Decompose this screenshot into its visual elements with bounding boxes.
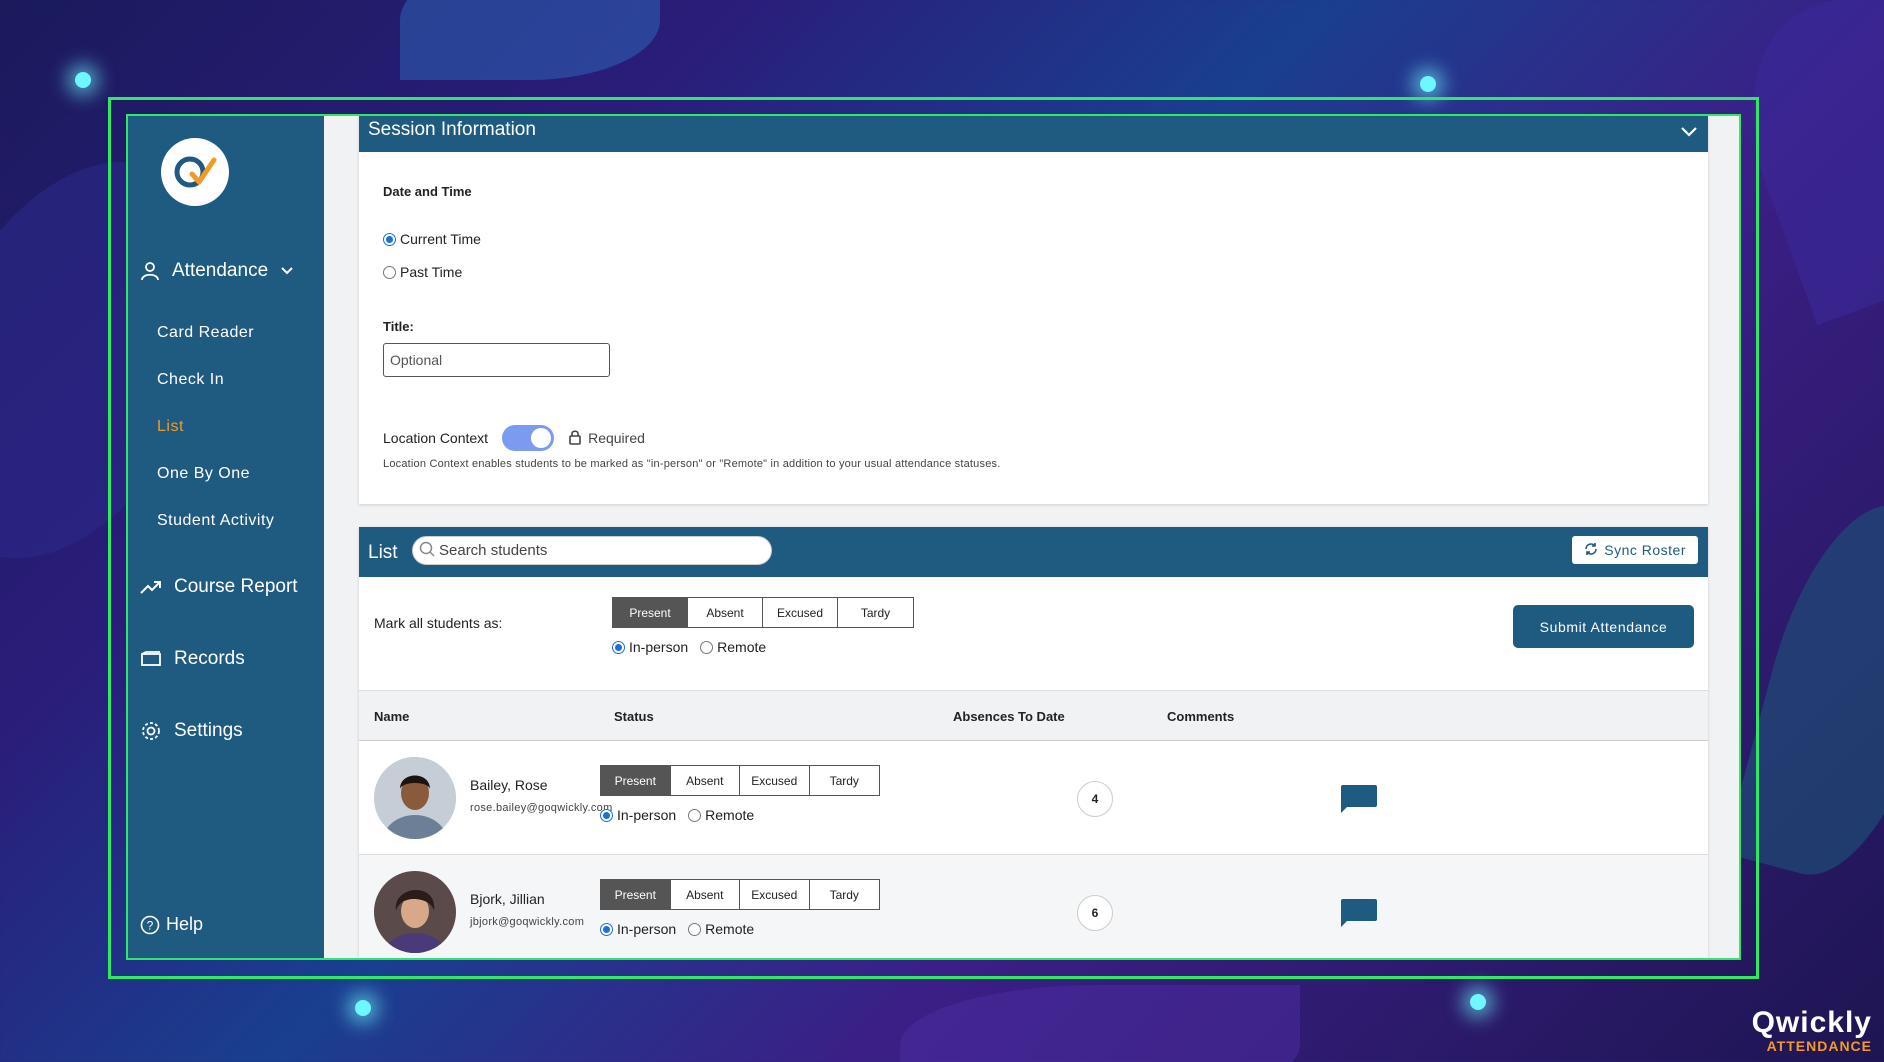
- qwickly-brand: Qwickly ATTENDANCE: [1751, 1006, 1872, 1055]
- brand-name: Qwickly: [1751, 1006, 1872, 1039]
- glow-dot: [1420, 76, 1436, 92]
- background-leaf: [900, 985, 1300, 1062]
- glow-dot: [355, 1000, 371, 1016]
- glow-dot: [75, 72, 91, 88]
- background-leaf: [400, 0, 660, 80]
- decorative-frame-inner: [126, 114, 1741, 960]
- brand-sub: ATTENDANCE: [1766, 1038, 1872, 1054]
- glow-dot: [1470, 994, 1486, 1010]
